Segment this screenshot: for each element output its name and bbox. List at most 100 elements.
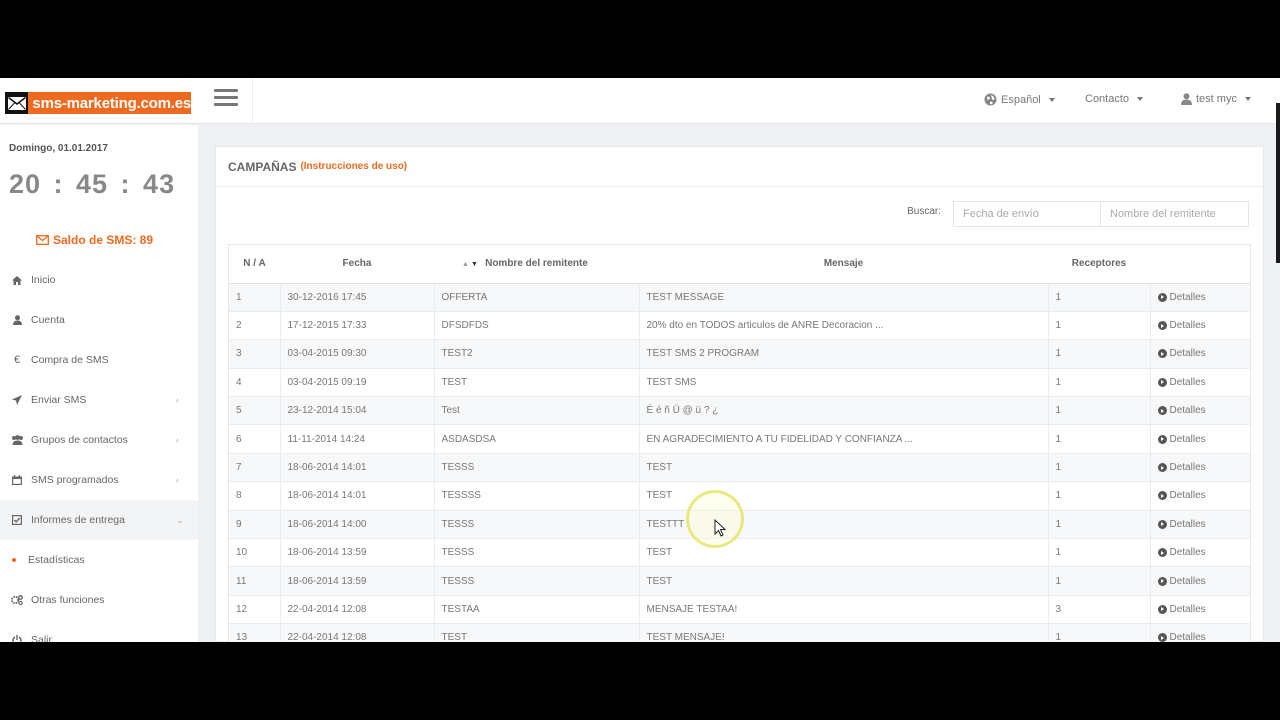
chevron-circle-right-icon [1157,292,1167,302]
details-link[interactable]: Detalles [1157,462,1251,473]
table-row: 2 17-12-2015 17:33 DFSDFDS 20% dto en TODOS… [229,311,1251,341]
cell-mensaje: 20% dto en TODOS articulos de ANRE Decor… [639,311,1049,341]
sidebar-item-cuenta[interactable]: Cuenta [0,300,198,340]
sidebar-item-label: Informes de entrega [31,514,125,526]
details-link[interactable]: Detalles [1157,291,1251,303]
search-nombre-input[interactable] [1101,201,1249,227]
details-link[interactable]: Detalles [1157,632,1251,642]
cell-receptores: 3 [1048,595,1151,625]
globe-icon [984,93,997,106]
sidebar-item-estadisticas[interactable]: Estadísticas [0,540,198,580]
cell-actions: Detalles [1150,424,1251,454]
details-link[interactable]: Detalles [1157,604,1251,615]
chevron-down-icon: ⌄ [176,514,184,525]
scrollbar-thumb[interactable] [1276,103,1280,263]
details-link[interactable]: Detalles [1157,405,1251,416]
chevron-left-icon: ‹ [176,475,179,485]
sidebar-item-salir[interactable]: Salir [0,620,198,642]
cell-actions: Detalles [1150,595,1251,625]
column-header-na[interactable]: N / A [229,245,280,284]
sidebar-item-informes-entrega[interactable]: Informes de entrega ⌄ [0,500,198,540]
cell-actions: Detalles [1150,538,1251,568]
chevron-left-icon: ‹ [176,395,179,405]
details-link[interactable]: Detalles [1157,547,1251,559]
send-icon [10,395,24,405]
contact-dropdown[interactable]: Contacto [1085,93,1144,105]
cell-actions: Detalles [1150,453,1251,483]
details-link[interactable]: Detalles [1157,576,1251,587]
cell-nombre: TESSS [434,453,640,483]
cell-mensaje: É é ñ Ü @ ü ? ¿ [639,396,1049,426]
home-icon [10,275,24,285]
details-label: Detalles [1169,547,1206,559]
cell-nombre: TEST [434,368,640,398]
cell-fecha: 18-06-2014 14:01 [280,453,435,483]
details-link[interactable]: Detalles [1157,376,1251,388]
column-header-nombre[interactable]: Nombre del remitente [434,245,639,284]
details-link[interactable]: Detalles [1157,434,1251,445]
table-row: 4 03-04-2015 09:19 TEST TEST SMS 1 Detalles [229,368,1251,398]
brand-logo[interactable]: sms-marketing.com.es [5,92,191,114]
chevron-circle-right-icon [1157,377,1167,387]
sms-balance: Saldo de SMS: 89 [36,233,153,247]
sidebar-item-label: SMS programados [31,474,119,486]
cell-receptores: 1 [1048,311,1151,341]
cell-fecha: 11-11-2014 14:24 [280,424,435,454]
cell-mensaje: TEST [639,566,1049,596]
search-bar: Buscar: [907,201,1249,227]
column-header-mensaje[interactable]: Mensaje [639,245,1048,284]
table-row: 3 03-04-2015 09:30 TEST2 TEST SMS 2 PROGRAM… [229,339,1251,369]
details-label: Detalles [1169,291,1206,303]
cell-fecha: 03-04-2015 09:19 [280,368,435,398]
top-bar: sms-marketing.com.es Español Contacto te… [0,78,1280,124]
cell-receptores: 1 [1048,538,1151,568]
cell-actions: Detalles [1150,311,1251,341]
details-link[interactable]: Detalles [1157,519,1251,530]
language-dropdown[interactable]: Español [984,93,1055,106]
sidebar-item-inicio[interactable]: Inicio [0,260,198,300]
table-row: 13 22-04-2014 12:08 TEST TEST MENSAJE! 1 Deta… [229,623,1251,642]
table-row: 5 23-12-2014 15:04 Test É é ñ Ü @ ü ? ¿ 1 Det… [229,396,1251,426]
users-icon [10,435,24,445]
chevron-circle-right-icon [1157,434,1167,444]
cell-fecha: 22-04-2014 12:08 [280,595,435,625]
chevron-circle-right-icon [1157,633,1167,642]
sidebar-item-label: Otras funciones [31,594,105,606]
sidebar-item-enviar-sms[interactable]: Enviar SMS ‹ [0,380,198,420]
chevron-circle-right-icon [1157,519,1167,529]
column-header-fecha[interactable]: Fecha ▲▼ [280,245,478,284]
page-scrollbar[interactable] [1276,103,1280,642]
table-row: 11 18-06-2014 13:59 TESSS TEST 1 Detalles [229,566,1251,596]
cell-receptores: 1 [1048,424,1151,454]
cell-fecha: 18-06-2014 13:59 [280,538,435,568]
cell-n: 11 [229,566,281,596]
search-fecha-input[interactable] [953,201,1101,227]
details-link[interactable]: Detalles [1157,490,1251,501]
details-label: Detalles [1169,320,1206,332]
sidebar-item-compra-sms[interactable]: € Compra de SMS [0,340,198,380]
sidebar-item-label: Grupos de contactos [31,434,128,446]
cell-nombre: TESSS [434,566,640,596]
cell-actions: Detalles [1150,283,1251,312]
user-dropdown[interactable]: test myc [1181,93,1251,105]
table-row: 12 22-04-2014 12:08 TESTAA MENSAJE TESTAA! 3… [229,595,1251,625]
cell-nombre: OFFERTA [434,283,640,312]
sidebar-item-sms-programados[interactable]: SMS programados ‹ [0,460,198,500]
sidebar-item-otras-funciones[interactable]: Otras funciones [0,580,198,620]
caret-down-icon [1048,97,1055,102]
details-link[interactable]: Detalles [1157,348,1251,359]
instructions-link[interactable]: (Instrucciones de uso) [300,161,407,172]
details-label: Detalles [1169,376,1206,388]
hamburger-menu-icon[interactable] [214,89,238,109]
cell-actions: Detalles [1150,566,1251,596]
sidebar-item-label: Enviar SMS [31,394,87,406]
cell-receptores: 1 [1048,510,1151,540]
sidebar: Domingo, 01.01.2017 20 : 45 : 43 Saldo d… [0,125,198,642]
cell-actions: Detalles [1150,368,1251,398]
details-link[interactable]: Detalles [1157,320,1251,332]
sidebar-item-grupos-contactos[interactable]: Grupos de contactos ‹ [0,420,198,460]
column-header-receptores[interactable]: Receptores [1048,245,1150,284]
column-header-actions [1150,245,1250,284]
language-label: Español [1001,93,1041,106]
sidebar-item-label: Inicio [31,274,56,286]
